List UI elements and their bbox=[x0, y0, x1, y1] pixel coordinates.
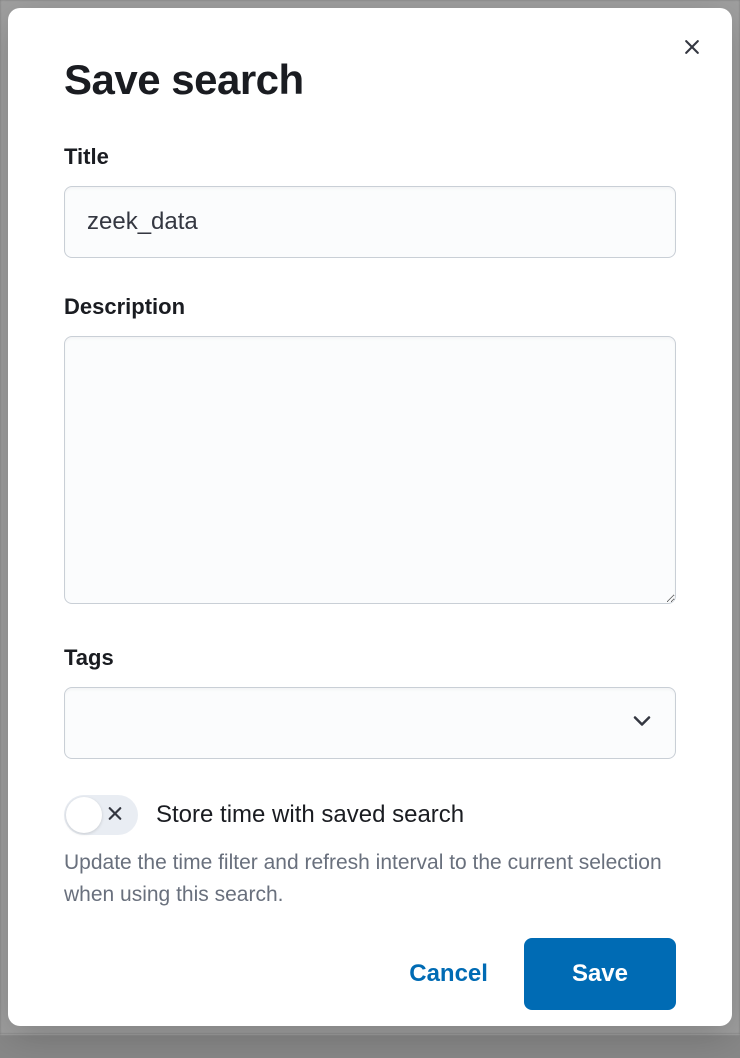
title-label: Title bbox=[64, 144, 676, 170]
store-time-help-text: Update the time filter and refresh inter… bbox=[64, 847, 676, 910]
save-button[interactable]: Save bbox=[524, 938, 676, 1010]
toggle-thumb bbox=[66, 797, 102, 833]
close-button[interactable] bbox=[676, 32, 708, 64]
cancel-button[interactable]: Cancel bbox=[409, 960, 488, 988]
tags-label: Tags bbox=[64, 645, 676, 671]
store-time-row: Store time with saved search Update the … bbox=[64, 795, 676, 910]
tags-combobox[interactable] bbox=[64, 687, 676, 759]
modal-title: Save search bbox=[64, 56, 676, 104]
store-time-toggle-row: Store time with saved search bbox=[64, 795, 676, 835]
tags-select-wrapper bbox=[64, 687, 676, 759]
close-icon bbox=[682, 37, 702, 60]
modal-body: Title Description Tags bbox=[8, 104, 732, 910]
description-field-row: Description bbox=[64, 294, 676, 609]
tags-field-row: Tags bbox=[64, 645, 676, 759]
save-search-modal: Save search Title Description Tags bbox=[8, 8, 732, 1026]
description-label: Description bbox=[64, 294, 676, 320]
modal-footer: Cancel Save bbox=[8, 910, 732, 1058]
title-input[interactable] bbox=[64, 186, 676, 258]
store-time-toggle[interactable] bbox=[64, 795, 138, 835]
x-icon bbox=[106, 805, 124, 826]
title-field-row: Title bbox=[64, 144, 676, 258]
store-time-label: Store time with saved search bbox=[156, 801, 464, 829]
modal-header: Save search bbox=[8, 8, 732, 104]
description-textarea[interactable] bbox=[64, 336, 676, 604]
